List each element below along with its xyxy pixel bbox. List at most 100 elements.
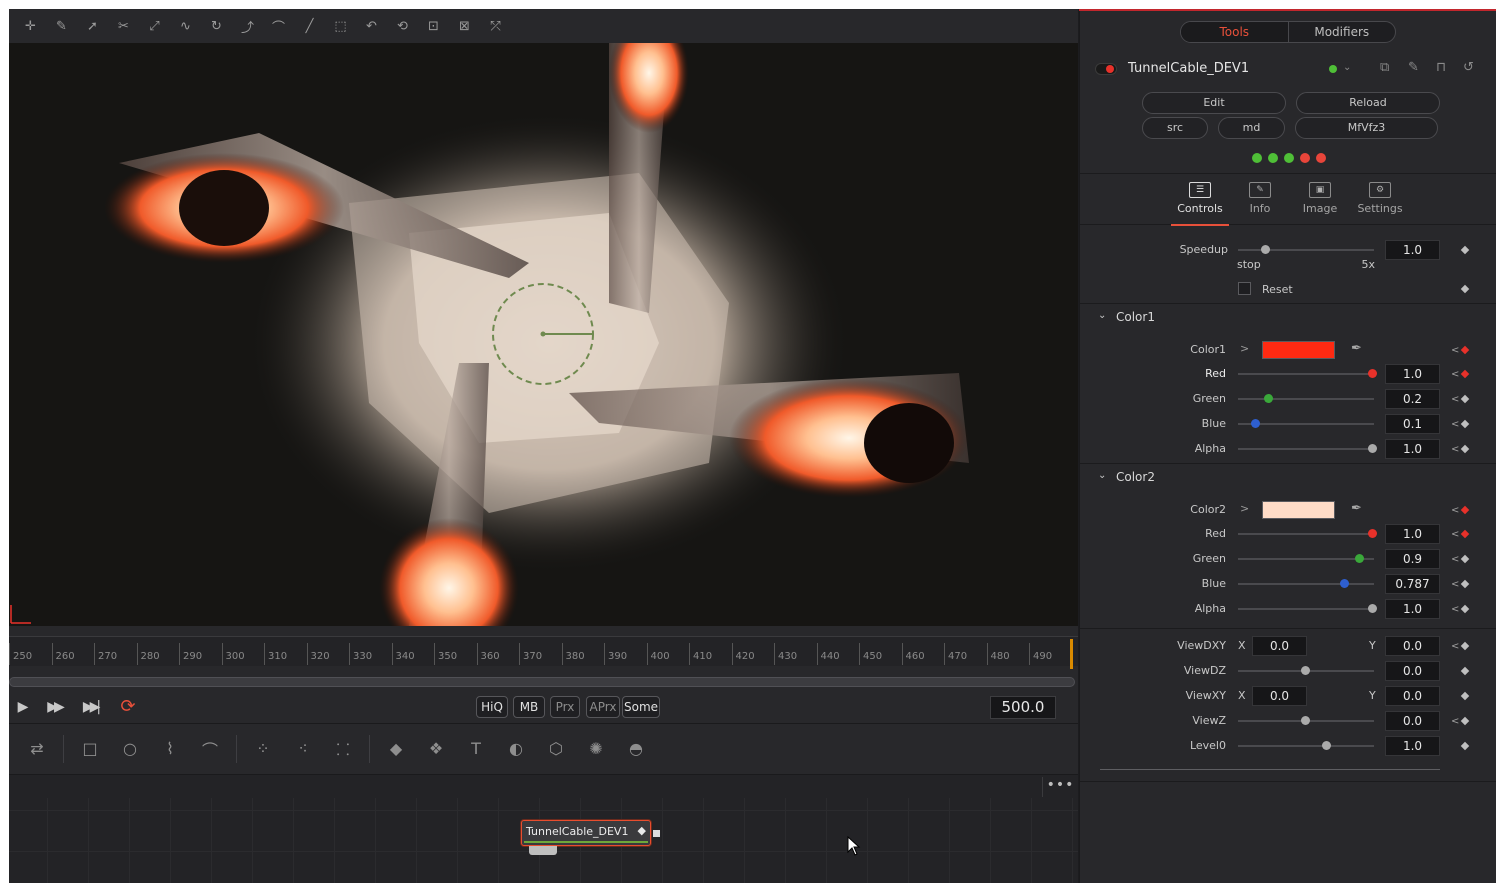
go-to-end-button[interactable]: ▶▶| bbox=[77, 697, 103, 717]
playhead[interactable] bbox=[1070, 639, 1073, 669]
speedup-value[interactable]: 1.0 bbox=[1385, 240, 1440, 260]
color2-red-keyframe-icon[interactable] bbox=[1460, 529, 1470, 539]
add-point-icon[interactable]: ✛ bbox=[15, 14, 46, 38]
color1-blue-value[interactable]: 0.1 bbox=[1385, 414, 1440, 434]
color2-blue-keyframe-icon[interactable] bbox=[1460, 579, 1470, 589]
level0-keyframe-icon[interactable] bbox=[1460, 741, 1470, 751]
lasso-icon[interactable]: ↻ bbox=[201, 14, 232, 38]
color1-section-header[interactable]: ⌄ Color1 bbox=[1080, 303, 1496, 329]
line-icon[interactable]: ╱ bbox=[294, 14, 325, 38]
subtab-info[interactable]: ✎ Info bbox=[1231, 180, 1289, 226]
delete-icon[interactable]: ⊠ bbox=[449, 14, 480, 38]
time-ruler[interactable]: 250 260 270 280 290 300 310 320 330 340 350 360 370 3… bbox=[9, 636, 1078, 666]
light-icon[interactable]: ✺ bbox=[576, 733, 616, 765]
chevron-down-icon[interactable]: ⌄ bbox=[1343, 62, 1351, 73]
polygon-icon[interactable]: ⌇ bbox=[150, 733, 190, 765]
color1-green-value[interactable]: 0.2 bbox=[1385, 389, 1440, 409]
renderer3d-icon[interactable]: ⬡ bbox=[536, 733, 576, 765]
color2-green-value[interactable]: 0.9 bbox=[1385, 549, 1440, 569]
flip-icon[interactable]: ⟲ bbox=[387, 14, 418, 38]
toggle-some[interactable]: Some bbox=[622, 696, 660, 718]
level0-value[interactable]: 1.0 bbox=[1385, 736, 1440, 756]
transform-box-icon[interactable]: ⊡ bbox=[418, 14, 449, 38]
fast-forward-button[interactable]: ▶▶ bbox=[41, 697, 67, 717]
shape3d-icon[interactable]: ◆ bbox=[376, 733, 416, 765]
color1-swatch[interactable] bbox=[1262, 341, 1335, 359]
more-options-button[interactable]: ••• bbox=[1042, 777, 1078, 797]
reset-checkbox[interactable] bbox=[1238, 282, 1251, 295]
lock-icon[interactable]: ⊓ bbox=[1436, 60, 1446, 75]
color2-blue-value[interactable]: 0.787 bbox=[1385, 574, 1440, 594]
color2-blue-slider-track[interactable] bbox=[1238, 583, 1374, 585]
viewdz-slider-knob[interactable] bbox=[1301, 666, 1310, 675]
color1-green-slider-knob[interactable] bbox=[1264, 394, 1273, 403]
color1-green-slider-track[interactable] bbox=[1238, 398, 1374, 400]
color2-section-header[interactable]: ⌄ Color2 bbox=[1080, 463, 1496, 489]
knife-icon[interactable]: ✂ bbox=[108, 14, 139, 38]
insert-icon[interactable]: ⤴ bbox=[232, 14, 263, 38]
time-scrollbar[interactable] bbox=[9, 677, 1075, 687]
color2-alpha-value[interactable]: 1.0 bbox=[1385, 599, 1440, 619]
viewz-keyframe-icon[interactable] bbox=[1460, 716, 1470, 726]
subtab-controls[interactable]: ☰ Controls bbox=[1171, 180, 1229, 226]
color1-alpha-keyframe-icon[interactable] bbox=[1460, 444, 1470, 454]
color1-green-keyframe-icon[interactable] bbox=[1460, 394, 1470, 404]
color1-blue-slider-knob[interactable] bbox=[1251, 419, 1260, 428]
pin-icon[interactable]: ✎ bbox=[1408, 60, 1419, 75]
rect-select-icon[interactable]: ⬚ bbox=[325, 14, 356, 38]
prev-keyframe-icon[interactable]: < bbox=[1451, 394, 1459, 405]
node-graph[interactable]: TunnelCable_DEV1 ◆ bbox=[9, 798, 1078, 883]
prev-keyframe-icon[interactable]: < bbox=[1451, 579, 1459, 590]
color2-green-slider-knob[interactable] bbox=[1355, 554, 1364, 563]
level0-slider-knob[interactable] bbox=[1322, 741, 1331, 750]
fog-icon[interactable]: ◓ bbox=[616, 733, 656, 765]
color2-blue-slider-knob[interactable] bbox=[1340, 579, 1350, 588]
color2-red-slider-knob[interactable] bbox=[1368, 529, 1377, 538]
color1-red-keyframe-icon[interactable] bbox=[1460, 369, 1470, 379]
node-input-tab[interactable] bbox=[529, 846, 557, 855]
viewdz-value[interactable]: 0.0 bbox=[1385, 661, 1440, 681]
transform-icon[interactable]: ⇄ bbox=[17, 733, 57, 765]
speedup-slider-knob[interactable] bbox=[1261, 245, 1271, 254]
prev-keyframe-icon[interactable]: < bbox=[1451, 529, 1459, 540]
tab-tools[interactable]: Tools bbox=[1181, 22, 1289, 42]
viewdxy-y-value[interactable]: 0.0 bbox=[1385, 636, 1440, 656]
color2-keyframe-icon[interactable] bbox=[1460, 505, 1470, 515]
color1-alpha-slider-track[interactable] bbox=[1238, 448, 1374, 450]
viewxy-y-value[interactable]: 0.0 bbox=[1385, 686, 1440, 706]
color1-red-slider-track[interactable] bbox=[1238, 373, 1374, 375]
color1-blue-keyframe-icon[interactable] bbox=[1460, 419, 1470, 429]
chevron-right-icon[interactable]: > bbox=[1240, 342, 1249, 355]
tab-modifiers[interactable]: Modifiers bbox=[1289, 22, 1396, 42]
play-button[interactable]: ▶ bbox=[11, 697, 35, 717]
color2-alpha-slider-track[interactable] bbox=[1238, 608, 1374, 610]
viewer[interactable] bbox=[9, 43, 1078, 626]
chevron-right-icon[interactable]: > bbox=[1240, 502, 1249, 515]
subtab-image[interactable]: ▣ Image bbox=[1291, 180, 1349, 226]
prev-keyframe-icon[interactable]: < bbox=[1451, 604, 1459, 615]
prev-keyframe-icon[interactable]: < bbox=[1451, 554, 1459, 565]
level0-slider-track[interactable] bbox=[1238, 745, 1374, 747]
toggle-aprx[interactable]: APrx bbox=[586, 696, 620, 718]
text3d-icon[interactable]: T bbox=[456, 733, 496, 765]
merge3d-icon[interactable]: ❖ bbox=[416, 733, 456, 765]
viewdz-keyframe-icon[interactable] bbox=[1460, 666, 1470, 676]
color1-keyframe-icon[interactable] bbox=[1460, 345, 1470, 355]
viewz-value[interactable]: 0.0 bbox=[1385, 711, 1440, 731]
prev-keyframe-icon[interactable]: < bbox=[1451, 444, 1459, 455]
pencil-icon[interactable]: ✎ bbox=[46, 14, 77, 38]
toggle-prx[interactable]: Prx bbox=[550, 696, 580, 718]
shadertoy-link-button[interactable]: MfVfz3 bbox=[1295, 117, 1438, 139]
rectangle-icon[interactable]: □ bbox=[70, 733, 110, 765]
toggle-hiq[interactable]: HiQ bbox=[476, 696, 508, 718]
reverse-icon[interactable]: ↶ bbox=[356, 14, 387, 38]
reload-button[interactable]: Reload bbox=[1296, 92, 1440, 114]
color2-alpha-slider-knob[interactable] bbox=[1368, 604, 1377, 613]
tool-enable-toggle[interactable] bbox=[1095, 63, 1117, 75]
viewdxy-x-value[interactable]: 0.0 bbox=[1252, 636, 1307, 656]
node-output-port[interactable] bbox=[653, 830, 660, 837]
viewz-slider-knob[interactable] bbox=[1301, 716, 1310, 725]
ellipse-icon[interactable]: ○ bbox=[110, 733, 150, 765]
viewxy-keyframe-icon[interactable] bbox=[1460, 691, 1470, 701]
publish-icon[interactable]: ⤱ bbox=[480, 14, 511, 38]
